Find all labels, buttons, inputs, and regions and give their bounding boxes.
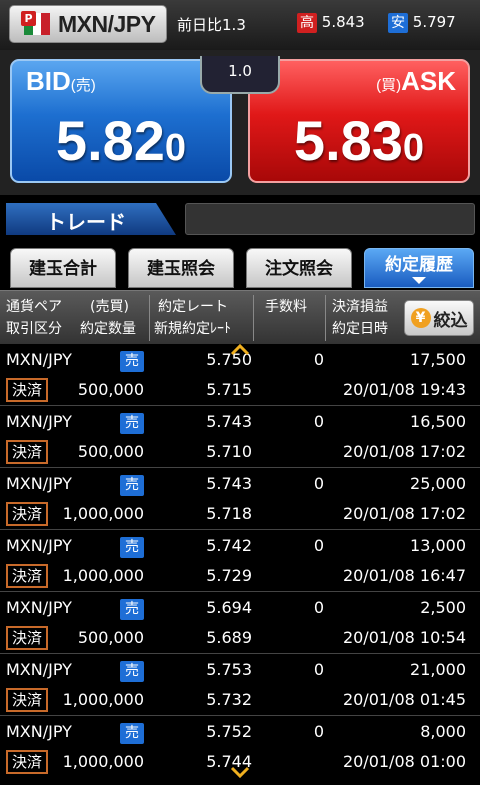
table-row[interactable]: MXN/JPY 売 決済 1,000,000 5.753 5.732 0 21,… xyxy=(0,654,480,716)
col-trade-type: 取引区分 xyxy=(6,321,62,337)
trade-header: トレード xyxy=(0,195,480,243)
trade-type-badge: 決済 xyxy=(6,440,48,464)
currency-pair-label: MXN/JPY xyxy=(58,10,156,37)
ask-button[interactable]: (買)ASK 5.830 xyxy=(248,59,470,183)
high-price: 高 5.843 xyxy=(297,13,365,33)
side-badge: 売 xyxy=(120,475,144,496)
ask-rate: 5.830 xyxy=(293,109,425,172)
side-badge: 売 xyxy=(120,351,144,372)
col-quantity: 約定数量 xyxy=(80,321,136,337)
table-row[interactable]: MXN/JPY 売 決済 1,000,000 5.742 5.729 0 13,… xyxy=(0,530,480,592)
currency-pair-button[interactable]: P MXN/JPY xyxy=(9,5,167,43)
ask-title: (買)ASK xyxy=(376,66,456,96)
trade-type-badge: 決済 xyxy=(6,688,48,712)
tab-pointer-icon xyxy=(412,277,426,284)
top-bar: P MXN/JPY 前日比1.3 高 5.843 安 5.797 xyxy=(0,0,480,50)
trade-type-badge: 決済 xyxy=(6,626,48,650)
tab-bar: 建玉合計 建玉照会 注文照会 約定履歴 xyxy=(0,243,480,290)
tab-position-total[interactable]: 建玉合計 xyxy=(10,248,116,288)
rate-panel: BID(売) 5.820 (買)ASK 5.830 1.0 xyxy=(0,50,480,195)
side-badge: 売 xyxy=(120,661,144,682)
col-side: (売買) xyxy=(90,299,129,315)
side-badge: 売 xyxy=(120,599,144,620)
column-header: 通貨ペア (売買) 取引区分 約定数量 約定レート 新規約定ﾚｰﾄ 手数料 決済… xyxy=(0,290,480,344)
filter-button[interactable]: ¥ 絞込 xyxy=(404,300,474,336)
bid-button[interactable]: BID(売) 5.820 xyxy=(10,59,232,183)
tab-position-inquiry[interactable]: 建玉照会 xyxy=(128,248,234,288)
scroll-up-icon[interactable] xyxy=(230,344,250,356)
bid-rate: 5.820 xyxy=(55,109,187,172)
low-price: 安 5.797 xyxy=(388,13,456,33)
side-badge: 売 xyxy=(120,413,144,434)
col-currency-pair: 通貨ペア xyxy=(6,299,62,315)
table-row[interactable]: MXN/JPY 売 決済 500,000 5.743 5.710 0 16,50… xyxy=(0,406,480,468)
table-row[interactable]: MXN/JPY 売 決済 1,000,000 5.743 5.718 0 25,… xyxy=(0,468,480,530)
tab-execution-history[interactable]: 約定履歴 xyxy=(364,248,474,288)
col-new-rate: 新規約定ﾚｰﾄ xyxy=(154,321,231,337)
spread-value: 1.0 xyxy=(200,56,280,94)
col-exec-datetime: 約定日時 xyxy=(332,321,388,337)
high-badge: 高 xyxy=(297,13,317,33)
trade-header-fill xyxy=(185,203,475,235)
execution-list[interactable]: MXN/JPY 売 決済 500,000 5.750 5.715 0 17,50… xyxy=(0,344,480,785)
tab-order-inquiry[interactable]: 注文照会 xyxy=(246,248,352,288)
yen-icon: ¥ xyxy=(410,308,431,328)
mexico-flag-icon: P xyxy=(21,11,50,35)
low-badge: 安 xyxy=(388,13,408,33)
trade-type-badge: 決済 xyxy=(6,502,48,526)
col-exec-rate: 約定レート xyxy=(158,299,228,315)
low-value: 5.797 xyxy=(412,13,456,31)
trade-type-badge: 決済 xyxy=(6,564,48,588)
trade-type-badge: 決済 xyxy=(6,378,48,402)
table-row[interactable]: MXN/JPY 売 決済 500,000 5.694 5.689 0 2,500… xyxy=(0,592,480,654)
trade-type-badge: 決済 xyxy=(6,750,48,774)
side-badge: 売 xyxy=(120,723,144,744)
bid-title: BID(売) xyxy=(26,66,96,96)
col-settlement-pl: 決済損益 xyxy=(332,299,388,315)
previous-day-change: 前日比1.3 xyxy=(177,16,246,34)
high-value: 5.843 xyxy=(321,13,365,31)
pin-icon: P xyxy=(21,11,36,26)
side-badge: 売 xyxy=(120,537,144,558)
col-fee: 手数料 xyxy=(265,299,307,315)
scroll-down-icon[interactable] xyxy=(230,766,250,778)
trade-tab[interactable]: トレード xyxy=(6,203,176,235)
